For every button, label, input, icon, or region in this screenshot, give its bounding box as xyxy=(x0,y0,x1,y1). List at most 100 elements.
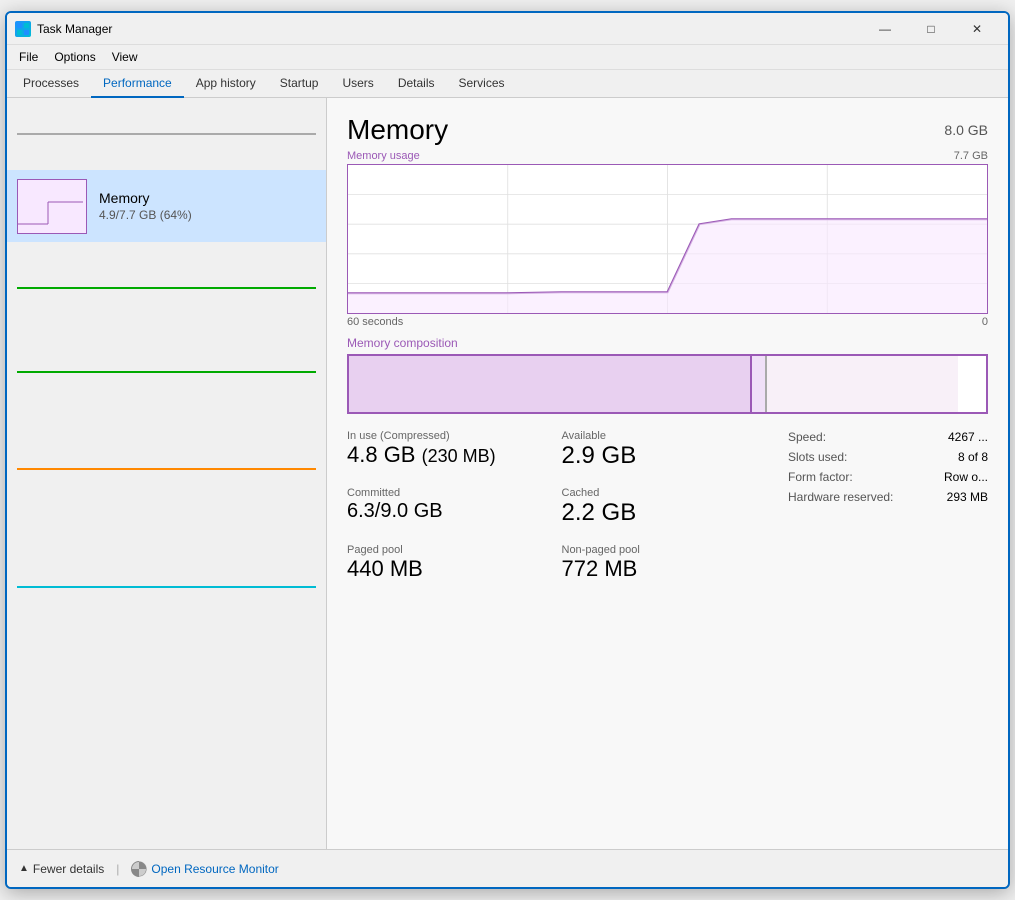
non-paged-stat: Non-paged pool 772 MB xyxy=(562,544,769,582)
committed-label: Committed xyxy=(347,487,554,499)
gpu0-thumbnail xyxy=(17,586,316,588)
cached-label: Cached xyxy=(562,487,769,499)
composition-section: Memory composition xyxy=(347,336,988,414)
non-paged-value: 772 MB xyxy=(562,556,769,582)
comp-standby xyxy=(767,356,958,412)
disk0-thumbnail xyxy=(17,287,316,289)
bottom-stats: Paged pool 440 MB Non-paged pool 772 MB xyxy=(347,544,768,582)
tab-app-history[interactable]: App history xyxy=(184,70,268,98)
cached-stat: Cached 2.2 GB xyxy=(562,487,769,528)
close-button[interactable]: ✕ xyxy=(954,13,1000,45)
hw-reserved-value: 293 MB xyxy=(947,490,988,504)
form-factor-row: Form factor: Row o... xyxy=(788,470,988,484)
available-value: 2.9 GB xyxy=(562,442,769,471)
chevron-down-icon: ▲ xyxy=(19,863,29,874)
slots-label: Slots used: xyxy=(788,450,847,464)
slots-row: Slots used: 8 of 8 xyxy=(788,450,988,464)
paged-pool-stat: Paged pool 440 MB xyxy=(347,544,554,582)
sidebar-item-cpu[interactable]: CPU 1% 1.68 GHz xyxy=(7,98,326,170)
sidebar-item-wifi[interactable]: Wi-Fi Wi-Fi S: 0 R: 0 Kbps xyxy=(7,410,326,528)
open-resource-monitor-link[interactable]: Open Resource Monitor xyxy=(131,861,278,877)
left-stats: In use (Compressed) 4.8 GB (230 MB) Avai… xyxy=(347,430,768,582)
tab-details[interactable]: Details xyxy=(386,70,447,98)
title-bar: Task Manager — □ ✕ xyxy=(7,13,1008,45)
window-title: Task Manager xyxy=(37,22,862,36)
sidebar-item-gpu0[interactable]: GPU 0 Intel(R) Iris(R) Xe Grap... 0% xyxy=(7,528,326,646)
menu-bar: File Options View xyxy=(7,45,1008,70)
maximize-button[interactable]: □ xyxy=(908,13,954,45)
main-panel: Memory 8.0 GB Memory usage 7.7 GB xyxy=(327,98,1008,849)
chart-label: Memory usage xyxy=(347,150,420,162)
sidebar-item-disk1[interactable]: Disk 1 (D:) Removable 0% xyxy=(7,334,326,410)
fewer-details-button[interactable]: ▲ Fewer details xyxy=(19,862,104,876)
composition-label: Memory composition xyxy=(347,336,988,350)
chart-time-left: 60 seconds xyxy=(347,316,403,328)
chart-time-row: 60 seconds 0 xyxy=(347,316,988,328)
memory-chart-svg xyxy=(348,165,987,313)
task-manager-window: Task Manager — □ ✕ File Options View Pro… xyxy=(5,11,1010,889)
speed-value: 4267 ... xyxy=(948,430,988,444)
memory-chart xyxy=(347,164,988,314)
disk1-thumbnail xyxy=(17,371,316,373)
sidebar: CPU 1% 1.68 GHz Memor xyxy=(7,98,327,849)
hw-reserved-row: Hardware reserved: 293 MB xyxy=(788,490,988,504)
open-monitor-label: Open Resource Monitor xyxy=(151,862,278,876)
menu-options[interactable]: Options xyxy=(46,47,103,67)
composition-bar xyxy=(347,354,988,414)
minimize-button[interactable]: — xyxy=(862,13,908,45)
chart-label-row: Memory usage 7.7 GB xyxy=(347,150,988,162)
top-stats: In use (Compressed) 4.8 GB (230 MB) Avai… xyxy=(347,430,768,471)
tab-performance[interactable]: Performance xyxy=(91,70,184,98)
cached-value: 2.2 GB xyxy=(562,499,769,528)
speed-label: Speed: xyxy=(788,430,826,444)
footer: ▲ Fewer details | Open Resource Monitor xyxy=(7,849,1008,887)
committed-stat: Committed 6.3/9.0 GB xyxy=(347,487,554,528)
speed-row: Speed: 4267 ... xyxy=(788,430,988,444)
panel-title: Memory xyxy=(347,114,448,146)
available-label: Available xyxy=(562,430,769,442)
tab-startup[interactable]: Startup xyxy=(268,70,331,98)
menu-view[interactable]: View xyxy=(104,47,146,67)
memory-sub: 4.9/7.7 GB (64%) xyxy=(99,208,316,222)
paged-pool-label: Paged pool xyxy=(347,544,554,556)
available-stat: Available 2.9 GB xyxy=(562,430,769,471)
tab-bar: Processes Performance App history Startu… xyxy=(7,70,1008,98)
menu-file[interactable]: File xyxy=(11,47,46,67)
form-value: Row o... xyxy=(944,470,988,484)
comp-in-use xyxy=(349,356,750,412)
fewer-details-label: Fewer details xyxy=(33,862,104,876)
memory-usage-section: Memory usage 7.7 GB xyxy=(347,150,988,328)
form-label: Form factor: xyxy=(788,470,853,484)
resource-monitor-icon xyxy=(131,861,147,877)
content-area: CPU 1% 1.68 GHz Memor xyxy=(7,98,1008,849)
cpu-thumbnail xyxy=(17,133,316,135)
right-stats: Speed: 4267 ... Slots used: 8 of 8 Form … xyxy=(768,430,988,582)
in-use-label: In use (Compressed) xyxy=(347,430,554,442)
non-paged-label: Non-paged pool xyxy=(562,544,769,556)
slots-value: 8 of 8 xyxy=(958,450,988,464)
paged-pool-value: 440 MB xyxy=(347,556,554,582)
sidebar-item-disk0[interactable]: Disk 0 (C:) SSD 0% xyxy=(7,242,326,334)
memory-info: Memory 4.9/7.7 GB (64%) xyxy=(99,190,316,222)
wifi-thumbnail xyxy=(17,468,316,470)
hw-reserved-label: Hardware reserved: xyxy=(788,490,893,504)
in-use-value: 4.8 GB (230 MB) xyxy=(347,442,554,468)
memory-name: Memory xyxy=(99,190,316,206)
in-use-stat: In use (Compressed) 4.8 GB (230 MB) xyxy=(347,430,554,471)
tab-services[interactable]: Services xyxy=(447,70,517,98)
comp-free xyxy=(958,356,986,412)
sidebar-item-memory[interactable]: Memory 4.9/7.7 GB (64%) xyxy=(7,170,326,242)
memory-thumbnail xyxy=(17,179,87,234)
panel-total: 8.0 GB xyxy=(944,122,988,138)
committed-value: 6.3/9.0 GB xyxy=(347,499,554,523)
app-icon xyxy=(15,21,31,37)
mid-stats: Committed 6.3/9.0 GB Cached 2.2 GB xyxy=(347,487,768,528)
comp-modified xyxy=(752,356,765,412)
panel-header: Memory 8.0 GB xyxy=(347,114,988,146)
footer-divider: | xyxy=(116,862,119,876)
chart-label-right: 7.7 GB xyxy=(954,150,988,162)
stats-section: In use (Compressed) 4.8 GB (230 MB) Avai… xyxy=(347,430,988,582)
title-buttons: — □ ✕ xyxy=(862,13,1000,45)
tab-users[interactable]: Users xyxy=(330,70,385,98)
tab-processes[interactable]: Processes xyxy=(11,70,91,98)
